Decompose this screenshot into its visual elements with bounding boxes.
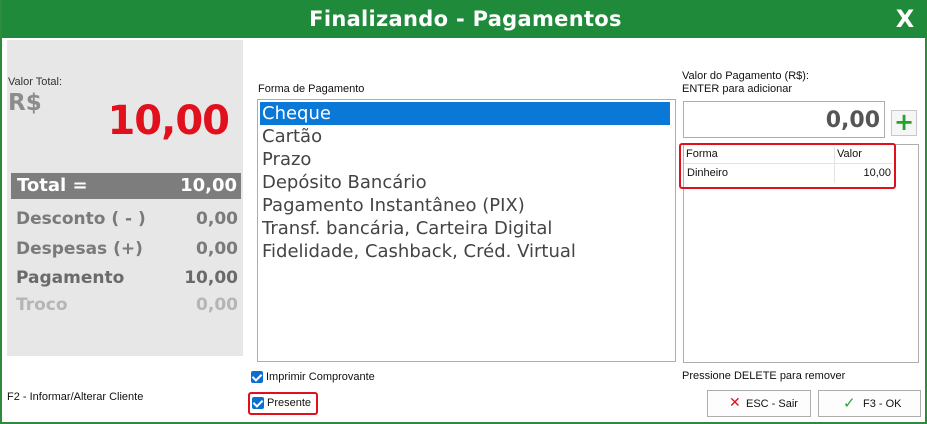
plus-icon: +	[893, 108, 915, 136]
payment-value-label: Valor do Pagamento (R$): ENTER para adic…	[682, 70, 809, 96]
grid-highlight-box	[679, 143, 896, 189]
troco-row: Troco 0,00	[16, 295, 238, 319]
desconto-row: Desconto ( - ) 0,00	[16, 209, 238, 233]
check-icon: ✓	[843, 394, 856, 412]
troco-value: 0,00	[196, 295, 238, 315]
close-button[interactable]: X	[885, 3, 925, 35]
payment-value-label-line2: ENTER para adicionar	[682, 83, 793, 95]
payment-method-item[interactable]: Cartão	[260, 125, 670, 148]
pagamento-label: Pagamento	[16, 268, 125, 288]
add-payment-button[interactable]: +	[891, 110, 917, 136]
ok-button-label: F3 - OK	[863, 398, 902, 410]
payment-methods-label: Forma de Pagamento	[258, 83, 365, 95]
payment-methods-list[interactable]: Cheque Cartão Prazo Depósito Bancário Pa…	[257, 99, 676, 362]
desconto-label: Desconto ( - )	[16, 209, 146, 229]
imprimir-comprovante-label: Imprimir Comprovante	[266, 371, 375, 383]
despesas-label: Despesas (+)	[16, 239, 143, 259]
total-label: Total =	[17, 175, 88, 196]
despesas-value: 0,00	[196, 239, 238, 259]
f2-hint: F2 - Informar/Alterar Cliente	[7, 391, 144, 403]
f3-ok-button[interactable]: ✓ F3 - OK	[818, 390, 921, 417]
imprimir-comprovante-checkbox[interactable]: Imprimir Comprovante	[251, 370, 391, 386]
title-bar: Finalizando - Pagamentos X	[2, 0, 927, 38]
currency-symbol: R$	[8, 90, 42, 116]
payment-method-item[interactable]: Fidelidade, Cashback, Créd. Virtual	[260, 240, 670, 263]
window-title: Finalizando - Pagamentos	[309, 7, 622, 31]
close-icon: ✕	[729, 395, 741, 411]
desconto-value: 0,00	[196, 209, 238, 229]
pagamento-row: Pagamento 10,00	[16, 268, 238, 292]
presente-highlight-box	[248, 392, 318, 415]
payment-method-item[interactable]: Cheque	[260, 102, 670, 125]
checkbox-checked-icon	[251, 371, 263, 383]
troco-label: Troco	[16, 295, 68, 315]
total-bar: Total = 10,00	[11, 173, 241, 199]
payment-value-label-line1: Valor do Pagamento (R$):	[682, 70, 809, 82]
valor-total-label: Valor Total:	[8, 76, 63, 88]
big-total-value: 10,00	[107, 98, 230, 144]
total-value: 10,00	[180, 175, 237, 196]
payment-method-item[interactable]: Transf. bancária, Carteira Digital	[260, 217, 670, 240]
payment-amount-input[interactable]: 0,00	[683, 101, 885, 138]
payment-method-item[interactable]: Pagamento Instantâneo (PIX)	[260, 194, 670, 217]
esc-button-label: ESC - Sair	[746, 398, 798, 410]
payment-method-item[interactable]: Prazo	[260, 148, 670, 171]
delete-hint: Pressione DELETE para remover	[682, 370, 846, 382]
payment-method-item[interactable]: Depósito Bancário	[260, 171, 670, 194]
esc-exit-button[interactable]: ✕ ESC - Sair	[707, 390, 811, 417]
payment-amount-value: 0,00	[825, 108, 880, 133]
pagamento-value: 10,00	[184, 268, 238, 288]
despesas-row: Despesas (+) 0,00	[16, 239, 238, 263]
